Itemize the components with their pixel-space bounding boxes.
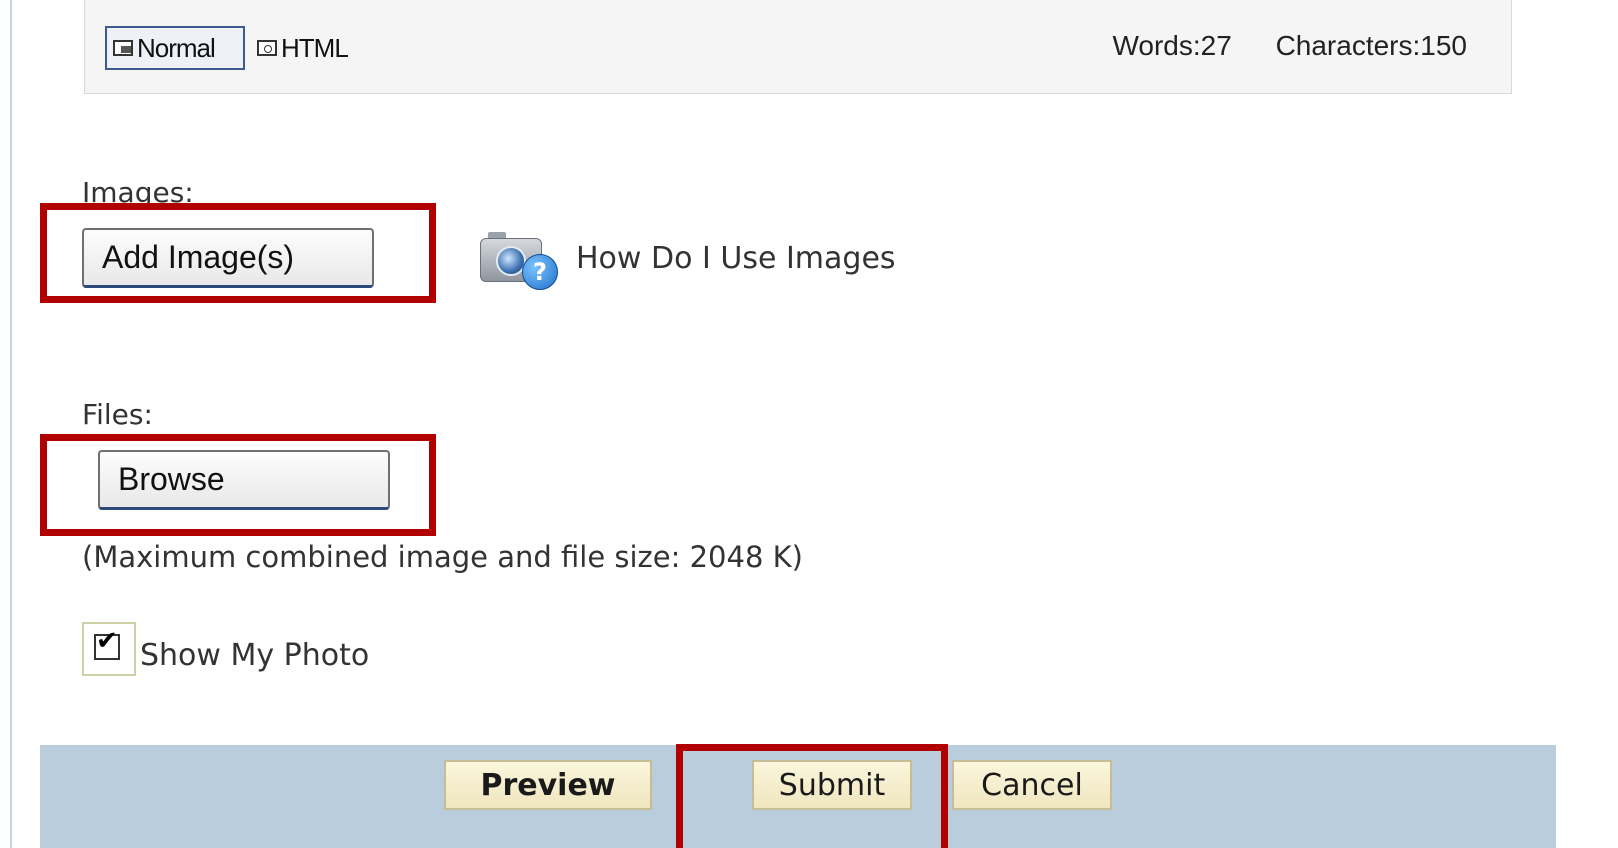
camera-help-icon: ? bbox=[478, 228, 570, 290]
normal-mode-icon bbox=[113, 40, 133, 56]
html-mode-label: HTML bbox=[281, 32, 349, 63]
show-my-photo-checkbox[interactable]: ✔ bbox=[82, 622, 136, 676]
file-size-note: (Maximum combined image and file size: 2… bbox=[82, 540, 803, 574]
submit-button[interactable]: Submit bbox=[752, 760, 912, 810]
checkmark-icon: ✔ bbox=[96, 626, 118, 656]
browse-button[interactable]: Browse bbox=[98, 450, 390, 510]
left-rail bbox=[0, 0, 12, 848]
normal-mode-label: Normal bbox=[137, 32, 216, 63]
character-count: Characters:150 bbox=[1275, 30, 1467, 61]
word-character-counts: Words:27 Characters:150 bbox=[1076, 30, 1467, 62]
show-my-photo-label: Show My Photo bbox=[140, 637, 370, 673]
html-mode-tab[interactable]: HTML bbox=[257, 26, 349, 70]
cancel-button[interactable]: Cancel bbox=[952, 760, 1112, 810]
files-label: Files: bbox=[82, 398, 153, 431]
normal-mode-tab[interactable]: Normal bbox=[105, 26, 245, 70]
show-my-photo-option[interactable]: ✔ Show My Photo bbox=[82, 622, 369, 676]
add-images-button[interactable]: Add Image(s) bbox=[82, 228, 374, 288]
html-mode-icon bbox=[257, 40, 277, 56]
word-count: Words:27 bbox=[1112, 30, 1232, 61]
editor-status-bar: Normal HTML Words:27 Characters:150 bbox=[84, 0, 1512, 94]
preview-button[interactable]: Preview bbox=[444, 760, 652, 810]
help-link-label: How Do I Use Images bbox=[576, 240, 896, 276]
images-label: Images: bbox=[82, 176, 194, 209]
how-do-i-use-images-link[interactable]: ? How Do I Use Images bbox=[478, 228, 896, 290]
